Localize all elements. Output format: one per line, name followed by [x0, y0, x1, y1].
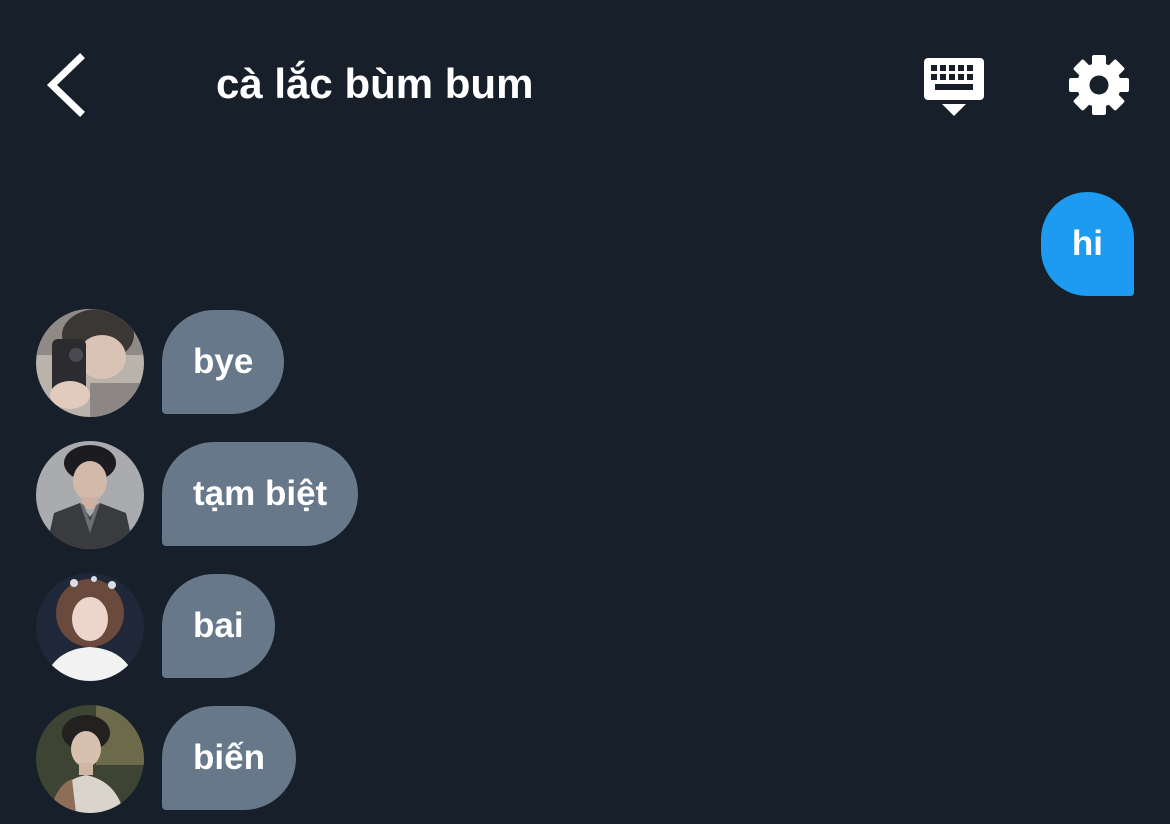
chat-title: cà lắc bùm bum: [216, 60, 534, 107]
sender-avatar[interactable]: [36, 441, 144, 549]
settings-button[interactable]: [1064, 50, 1134, 120]
keyboard-icon: [924, 58, 984, 116]
incoming-message-bubble[interactable]: bai: [162, 574, 275, 678]
outgoing-message-bubble[interactable]: hi: [1040, 192, 1134, 296]
back-button[interactable]: [38, 50, 98, 120]
sender-avatar[interactable]: [36, 705, 144, 813]
incoming-message-bubble[interactable]: tạm biệt: [162, 442, 359, 546]
incoming-message-bubble[interactable]: biến: [162, 706, 296, 810]
sender-avatar[interactable]: [36, 573, 144, 681]
sender-avatar[interactable]: [36, 309, 144, 417]
chat-header: cà lắc bùm bum: [0, 0, 1170, 170]
incoming-message-bubble[interactable]: bye: [162, 310, 285, 414]
gear-icon: [1069, 55, 1129, 115]
chat-screen: cà lắc bùm bum hi bye tạm biệt bai biến: [0, 0, 1170, 824]
keyboard-button[interactable]: [918, 52, 990, 120]
chevron-left-icon: [46, 53, 85, 117]
